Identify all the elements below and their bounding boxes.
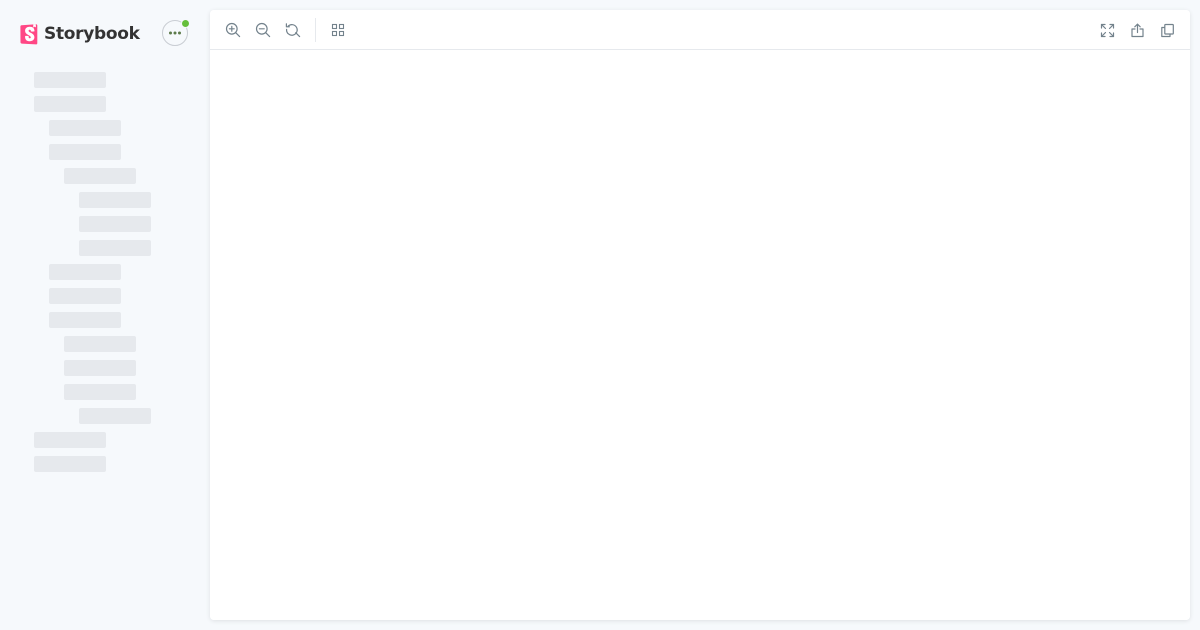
storybook-app: Storybook [0, 0, 1200, 630]
fullscreen-button[interactable] [1097, 20, 1117, 40]
zoom-in-button[interactable] [223, 20, 243, 40]
skeleton-row [49, 312, 121, 328]
skeleton-row [49, 120, 121, 136]
skeleton-row [64, 384, 136, 400]
preview-panel [210, 10, 1190, 620]
fullscreen-icon [1100, 23, 1114, 37]
sidebar: Storybook [0, 0, 200, 630]
zoom-in-icon [225, 22, 241, 38]
skeleton-row [64, 336, 136, 352]
grid-toggle-button[interactable] [328, 20, 348, 40]
zoom-out-button[interactable] [253, 20, 273, 40]
grid-icon [331, 23, 345, 37]
skeleton-row [49, 144, 121, 160]
skeleton-row [34, 96, 106, 112]
skeleton-row [49, 288, 121, 304]
toolbar-divider [315, 18, 316, 42]
skeleton-row [79, 240, 151, 256]
skeleton-row [34, 432, 106, 448]
skeleton-row [64, 360, 136, 376]
share-button[interactable] [1127, 20, 1147, 40]
skeleton-row [49, 264, 121, 280]
copy-icon [1160, 23, 1174, 37]
skeleton-row [79, 408, 151, 424]
skeleton-row [79, 192, 151, 208]
story-canvas[interactable] [210, 50, 1190, 620]
share-icon [1130, 23, 1144, 37]
skeleton-row [64, 168, 136, 184]
reset-zoom-icon [285, 23, 301, 38]
story-tree-loading [0, 0, 200, 630]
zoom-out-icon [255, 22, 271, 38]
copy-link-button[interactable] [1157, 20, 1177, 40]
skeleton-row [34, 72, 106, 88]
reset-zoom-button[interactable] [283, 20, 303, 40]
skeleton-row [34, 456, 106, 472]
preview-toolbar [210, 10, 1190, 50]
skeleton-row [79, 216, 151, 232]
